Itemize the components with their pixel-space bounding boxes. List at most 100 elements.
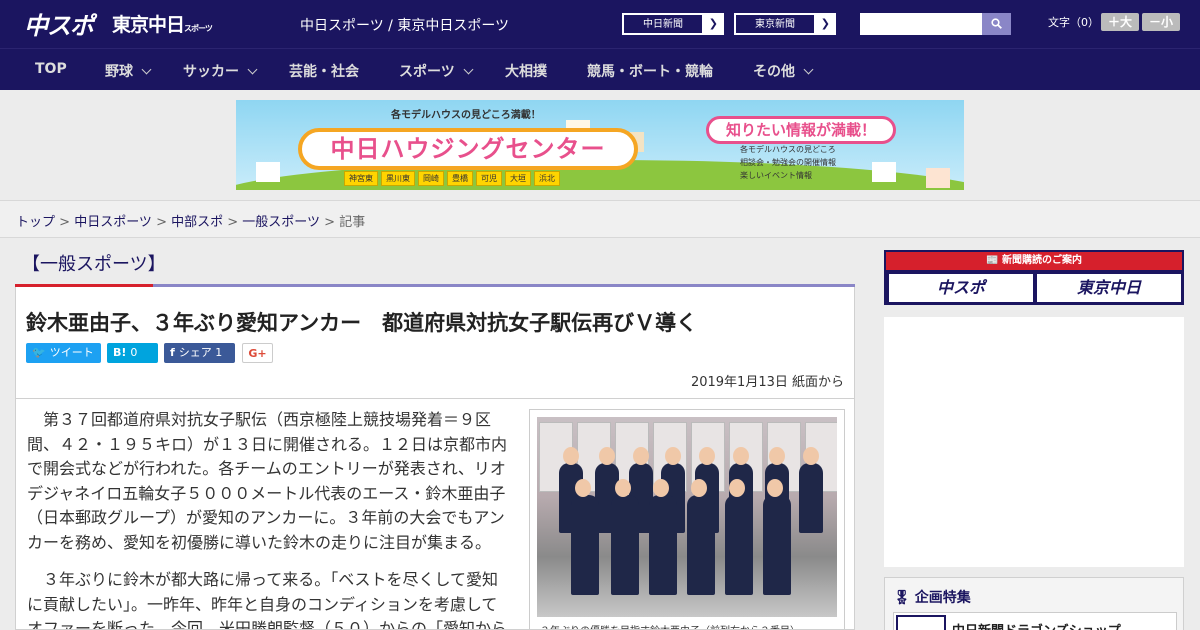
twitter-icon: 🐦	[32, 346, 46, 359]
google-plus-button[interactable]: G+	[242, 343, 273, 363]
city-tag: 岡崎	[418, 171, 444, 186]
search-icon	[991, 18, 1002, 29]
nav-label: サッカー	[183, 64, 239, 80]
photo-caption: ３年ぶりの優勝を目指す鈴木亜由子（前列右から２番目）	[540, 622, 800, 629]
chuspo-subscribe-button[interactable]: 中スポ	[889, 274, 1033, 302]
main-nav: TOP 野球 サッカー 芸能・社会 スポーツ 大相撲 競馬・ボート・競輪 その他	[0, 48, 1200, 90]
tokyo-logo-text: 東京中日	[112, 14, 185, 36]
chuspo-logo[interactable]: 中スポ	[24, 6, 94, 40]
chunichi-shimbun-link[interactable]: 中日新聞 ❯	[622, 13, 724, 35]
breadcrumb-chunichi-sports[interactable]: 中日スポーツ	[74, 215, 152, 230]
person-face	[615, 479, 631, 497]
house-graphic	[926, 168, 950, 188]
nav-sumo[interactable]: 大相撲	[505, 61, 547, 81]
nav-other[interactable]: その他	[753, 61, 814, 81]
search-input[interactable]	[860, 13, 982, 35]
article-paragraph: ３年ぶりに鈴木が都大路に帰って来る。「ベストを尽くして愛知に貢献したい」。一昨年…	[27, 570, 508, 630]
site-header: 中スポ 東京中日スポーツ 中日スポーツ / 東京中日スポーツ 中日新聞 ❯ 東京…	[0, 0, 1200, 48]
special-features-title: 🎖 企画特集	[893, 587, 971, 607]
article-header: 鈴木亜由子、３年ぶり愛知アンカー 都道府県対抗女子駅伝再びＶ導く 🐦 ツイート B…	[15, 287, 855, 399]
banner-info-line: 各モデルハウスの見どころ	[740, 145, 836, 154]
nav-racing[interactable]: 競馬・ボート・競輪	[587, 61, 713, 81]
team-photo[interactable]	[537, 417, 837, 617]
person-figure	[725, 495, 753, 595]
person-figure	[571, 495, 599, 595]
house-graphic	[872, 162, 896, 182]
special-features-title-text: 企画特集	[914, 590, 971, 606]
hatena-icon: B!	[113, 346, 127, 359]
tokyo-logo-small: スポーツ	[184, 24, 213, 33]
person-figure	[763, 495, 791, 595]
person-figure	[649, 495, 677, 595]
nav-label: 野球	[105, 64, 133, 80]
facebook-icon: f	[170, 346, 175, 359]
banner-cities: 神宮東 黒川東 岡崎 豊橋 可児 大垣 浜北	[344, 166, 563, 186]
tokyo-chunichi-subscribe-button[interactable]: 東京中日	[1037, 274, 1181, 302]
banner-title: 中日ハウジングセンター	[298, 128, 638, 170]
breadcrumb-home[interactable]: トップ	[16, 215, 55, 230]
site-title[interactable]: 中日スポーツ / 東京中日スポーツ	[300, 15, 509, 35]
special-features-box: 🎖企画特集 中日新聞ドラゴンズショップ	[884, 577, 1184, 630]
chevron-down-icon	[803, 64, 814, 75]
facebook-share-button[interactable]: f シェア 1	[164, 343, 235, 363]
person-face	[691, 479, 707, 497]
person-face	[599, 447, 615, 465]
font-bigger-button[interactable]: ＋大	[1101, 13, 1139, 31]
search-button[interactable]	[982, 13, 1011, 35]
person-face	[767, 479, 783, 497]
banner-info-line: 相談会・勉強会の開催情報	[740, 158, 836, 167]
article-paragraph: 第３７回都道府県対抗女子駅伝（西京極陸上競技場発着＝９区間、４２・１９５キロ）が…	[27, 410, 508, 552]
nav-label: 競馬・ボート・競輪	[587, 64, 713, 80]
breadcrumb-chubu-sports[interactable]: 中部スポ	[171, 215, 223, 230]
tweet-label: ツイート	[49, 346, 94, 359]
article-body: 第３７回都道府県対抗女子駅伝（西京極陸上競技場発着＝９区間、４２・１９５キロ）が…	[15, 399, 855, 630]
font-smaller-button[interactable]: －小	[1142, 13, 1180, 31]
city-tag: 神宮東	[344, 171, 378, 186]
chevron-right-icon: ❯	[708, 17, 718, 30]
nav-label: TOP	[35, 61, 67, 77]
person-face	[665, 447, 681, 465]
promo-heading-text: 新聞購読のご案内	[1001, 255, 1082, 266]
city-tag: 浜北	[534, 171, 560, 186]
nav-top[interactable]: TOP	[35, 61, 67, 77]
facebook-count: 1	[215, 346, 223, 359]
article-photo-frame: ３年ぶりの優勝を目指す鈴木亜由子（前列右から２番目）	[529, 409, 845, 629]
hatena-count: 0	[130, 346, 138, 359]
person-face	[769, 447, 785, 465]
facebook-share-label: シェア	[178, 346, 212, 359]
nav-sports[interactable]: スポーツ	[399, 61, 474, 81]
person-face	[653, 479, 669, 497]
breadcrumb-general-sports[interactable]: 一般スポーツ	[242, 215, 320, 230]
tokyo-chunichi-logo[interactable]: 東京中日スポーツ	[112, 10, 213, 44]
banner-info-line: 楽しいイベント情報	[740, 171, 812, 180]
person-figure	[611, 495, 639, 595]
ext-link-label: 東京新聞	[735, 14, 815, 34]
nav-baseball[interactable]: 野球	[105, 61, 152, 81]
nav-entertainment[interactable]: 芸能・社会	[289, 61, 359, 81]
special-feature-item[interactable]: 中日新聞ドラゴンズショップ	[893, 612, 1177, 630]
tokyo-shimbun-link[interactable]: 東京新聞 ❯	[734, 13, 836, 35]
person-face	[699, 447, 715, 465]
city-tag: 豊橋	[447, 171, 473, 186]
banner-tag: 知りたい情報が満載！	[706, 116, 896, 144]
category-title: 【一般スポーツ】	[22, 254, 166, 275]
person-face	[575, 479, 591, 497]
house-graphic	[256, 162, 280, 182]
ribbon-icon: 🎖	[893, 590, 911, 606]
font-size-label: 文字（0）	[1048, 16, 1099, 29]
hatena-bookmark-button[interactable]: B! 0	[107, 343, 158, 363]
person-figure	[687, 495, 715, 595]
ext-link-label: 中日新聞	[623, 14, 703, 34]
city-tag: 可児	[476, 171, 502, 186]
sidebar-ad-slot	[884, 317, 1184, 567]
housing-center-banner[interactable]: 各モデルハウスの見どころ満載！ 中日ハウジングセンター 知りたい情報が満載！ 各…	[236, 100, 964, 190]
dragons-shop-thumbnail	[896, 615, 946, 630]
chevron-down-icon	[247, 64, 258, 75]
city-tag: 大垣	[505, 171, 531, 186]
nav-label: 大相撲	[505, 64, 547, 80]
tweet-button[interactable]: 🐦 ツイート	[26, 343, 101, 363]
person-figure	[799, 463, 823, 533]
person-face	[733, 447, 749, 465]
nav-soccer[interactable]: サッカー	[183, 61, 258, 81]
person-face	[729, 479, 745, 497]
